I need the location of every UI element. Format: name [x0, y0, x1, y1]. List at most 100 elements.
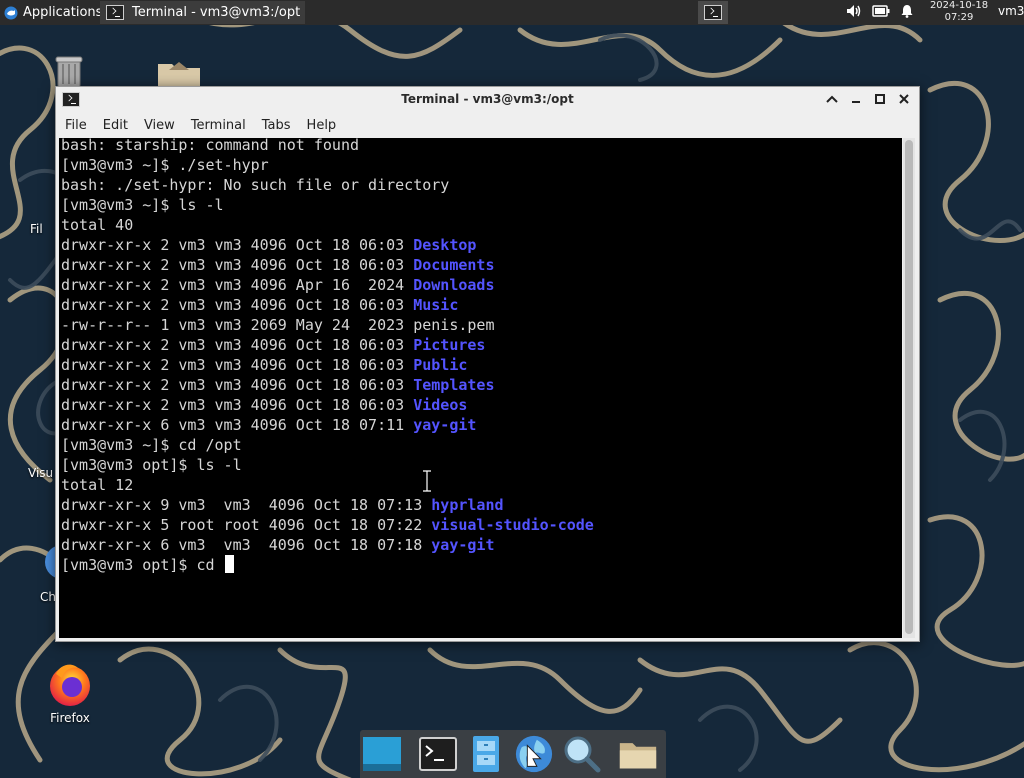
terminal-line: total 40: [61, 215, 594, 235]
terminal-line: [vm3@vm3 ~]$ ls -l: [61, 195, 594, 215]
desktop-icon-label: Visu: [28, 466, 54, 480]
show-desktop-icon: [363, 737, 401, 771]
desktop-icon-label: Fil: [30, 222, 43, 236]
terminal-line-text: drwxr-xr-x 2 vm3 vm3 4096 Apr 16 2024: [61, 276, 414, 294]
panel-terminal-launcher[interactable]: [698, 1, 728, 24]
terminal-line-text: drwxr-xr-x 2 vm3 vm3 4096 Oct 18 06:03: [61, 236, 414, 254]
ibeam-cursor-icon: [423, 470, 431, 492]
desktop-icon-label: Ch: [40, 590, 56, 604]
terminal-line: drwxr-xr-x 5 root root 4096 Oct 18 07:22…: [61, 515, 594, 535]
trash-icon: [55, 56, 83, 89]
terminal-line-text: drwxr-xr-x 6 vm3 vm3 4096 Oct 18 07:18: [61, 536, 432, 554]
terminal-line: drwxr-xr-x 6 vm3 vm3 4096 Oct 18 07:11 y…: [61, 415, 594, 435]
terminal-line-text: drwxr-xr-x 9 vm3 vm3 4096 Oct 18 07:13: [61, 496, 432, 514]
terminal-line-text: [vm3@vm3 opt]$ ls -l: [61, 456, 242, 474]
panel-clock[interactable]: 2024-10-18 07:29: [924, 0, 994, 24]
terminal-line-text: drwxr-xr-x 2 vm3 vm3 4096 Oct 18 06:03: [61, 396, 414, 414]
terminal-line: bash: starship: command not found: [61, 138, 594, 155]
window-menubar: File Edit View Terminal Tabs Help: [56, 113, 919, 137]
directory-name: Downloads: [413, 276, 495, 294]
terminal-line: drwxr-xr-x 2 vm3 vm3 4096 Oct 18 06:03 D…: [61, 235, 594, 255]
app-finder-icon: [564, 736, 601, 773]
terminal-line: drwxr-xr-x 2 vm3 vm3 4096 Oct 18 06:03 V…: [61, 395, 594, 415]
terminal-scrollbar[interactable]: [903, 138, 915, 638]
menu-help[interactable]: Help: [298, 118, 344, 133]
dock-terminal[interactable]: [418, 734, 458, 774]
terminal-output[interactable]: bash: starship: command not found [vm3@vm…: [59, 138, 902, 638]
scrollbar-thumb[interactable]: [905, 140, 913, 634]
terminal-line-text: drwxr-xr-x 2 vm3 vm3 4096 Oct 18 06:03: [61, 356, 414, 374]
volume-icon[interactable]: [846, 4, 862, 18]
window-titlebar[interactable]: Terminal - vm3@vm3:/opt: [56, 87, 919, 113]
maximize-button[interactable]: [871, 90, 889, 108]
terminal-line-text: [vm3@vm3 ~]$ ls -l: [61, 196, 224, 214]
terminal-window: Terminal - vm3@vm3:/opt File Edit View T…: [55, 86, 920, 642]
terminal-line: drwxr-xr-x 9 vm3 vm3 4096 Oct 18 07:13 h…: [61, 495, 594, 515]
taskbar-terminal-button[interactable]: Terminal - vm3@vm3:/opt: [100, 1, 305, 24]
menu-file[interactable]: File: [56, 118, 94, 133]
desktop-icon-firefox[interactable]: Firefox: [40, 660, 100, 725]
maximize-icon: [875, 94, 885, 104]
xfce-logo-icon: [4, 6, 18, 19]
directory-name: Documents: [413, 256, 495, 274]
dock-web-browser[interactable]: [514, 734, 554, 774]
system-tray: [846, 4, 914, 18]
notification-bell-icon[interactable]: [900, 4, 914, 18]
file-manager-icon: [473, 736, 499, 772]
minimize-icon: [852, 101, 860, 103]
terminal-line: drwxr-xr-x 2 vm3 vm3 4096 Oct 18 06:03 P…: [61, 355, 594, 375]
terminal-line: bash: ./set-hypr: No such file or direct…: [61, 175, 594, 195]
directory-name: Public: [413, 356, 468, 374]
terminal-line: drwxr-xr-x 6 vm3 vm3 4096 Oct 18 07:18 y…: [61, 535, 594, 555]
directory-name: Videos: [413, 396, 468, 414]
directory-name: Pictures: [413, 336, 486, 354]
terminal-line: [vm3@vm3 ~]$ ./set-hypr: [61, 155, 594, 175]
clock-date: 2024-10-18: [929, 0, 989, 11]
clock-time: 07:29: [944, 12, 974, 23]
dock-folder[interactable]: [618, 734, 658, 774]
terminal-line-text: [vm3@vm3 ~]$ cd /opt: [61, 436, 242, 454]
directory-name: yay-git: [413, 416, 477, 434]
terminal-lines: bash: starship: command not found [vm3@vm…: [61, 138, 594, 575]
directory-name: yay-git: [431, 536, 495, 554]
battery-icon[interactable]: [872, 5, 890, 17]
terminal-icon: [419, 737, 457, 771]
terminal-line-text: drwxr-xr-x 2 vm3 vm3 4096 Oct 18 06:03: [61, 376, 414, 394]
directory-name: hyprland: [431, 496, 504, 514]
terminal-line: [vm3@vm3 opt]$ ls -l: [61, 455, 594, 475]
shade-button[interactable]: [823, 90, 841, 108]
terminal-icon: [106, 5, 124, 20]
chevron-up-icon: [826, 95, 838, 103]
window-controls: [823, 90, 913, 108]
top-panel: Applications ≡ Terminal - vm3@vm3:/opt 2…: [0, 0, 1024, 25]
terminal-line: [vm3@vm3 opt]$ cd: [61, 555, 594, 575]
dock-file-manager[interactable]: [466, 734, 506, 774]
directory-name: Music: [413, 296, 459, 314]
menu-tabs[interactable]: Tabs: [253, 118, 298, 133]
dock-app-finder[interactable]: [562, 734, 602, 774]
terminal-line-text: drwxr-xr-x 2 vm3 vm3 4096 Oct 18 06:03: [61, 256, 414, 274]
minimize-button[interactable]: [847, 90, 865, 108]
terminal-line: -rw-r--r-- 1 vm3 vm3 2069 May 24 2023 pe…: [61, 315, 594, 335]
menu-terminal[interactable]: Terminal: [182, 118, 253, 133]
terminal-line-text: [vm3@vm3 opt]$ cd: [61, 556, 224, 574]
menu-edit[interactable]: Edit: [94, 118, 135, 133]
folder-icon: [619, 743, 657, 769]
terminal-line-text: drwxr-xr-x 2 vm3 vm3 4096 Oct 18 06:03: [61, 336, 414, 354]
terminal-line-text: -rw-r--r-- 1 vm3 vm3 2069 May 24 2023 pe…: [61, 316, 495, 334]
close-button[interactable]: [895, 90, 913, 108]
terminal-icon: [704, 5, 722, 20]
terminal-line: total 12: [61, 475, 594, 495]
terminal-line: drwxr-xr-x 2 vm3 vm3 4096 Oct 18 06:03 P…: [61, 335, 594, 355]
terminal-line-text: bash: starship: command not found: [61, 138, 360, 154]
terminal-line-text: drwxr-xr-x 2 vm3 vm3 4096 Oct 18 06:03: [61, 296, 414, 314]
window-title: Terminal - vm3@vm3:/opt: [401, 92, 574, 106]
terminal-line-text: drwxr-xr-x 5 root root 4096 Oct 18 07:22: [61, 516, 432, 534]
desktop-icon-vscode[interactable]: Visu: [28, 466, 58, 480]
directory-name: visual-studio-code: [431, 516, 594, 534]
dock-show-desktop[interactable]: [362, 734, 402, 774]
terminal-line-text: bash: ./set-hypr: No such file or direct…: [61, 176, 450, 194]
terminal-line: [vm3@vm3 ~]$ cd /opt: [61, 435, 594, 455]
user-menu[interactable]: vm3: [998, 4, 1024, 18]
menu-view[interactable]: View: [135, 118, 182, 133]
